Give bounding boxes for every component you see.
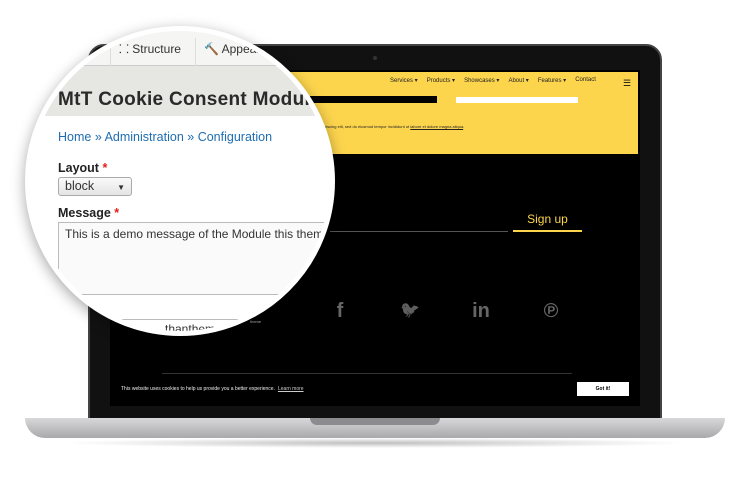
nav-contact[interactable]: Contact: [575, 77, 596, 84]
paintbrush-icon: 🔨: [204, 42, 222, 56]
message-textarea[interactable]: This is a demo message of the Module thi…: [58, 222, 330, 295]
layout-select[interactable]: block ▼: [58, 177, 132, 196]
nav-about[interactable]: About ▾: [508, 77, 528, 84]
toolbar-structure[interactable]: ⸬ Structure: [110, 38, 202, 66]
cookie-banner-text: This website uses cookies to help us pro…: [121, 386, 304, 392]
laptop-notch: [310, 418, 440, 425]
camera: [373, 56, 377, 60]
menu-icon[interactable]: ☰: [623, 78, 631, 89]
hero-link[interactable]: labore et dolore magna aliqua: [410, 124, 463, 129]
nav-showcases[interactable]: Showcases ▾: [464, 77, 499, 84]
signup-button[interactable]: Sign up: [513, 210, 582, 232]
message-label: Message *: [58, 206, 120, 220]
nav-products[interactable]: Products ▾: [427, 77, 455, 84]
learn-more-link[interactable]: Learn more: [278, 386, 304, 392]
nav-services[interactable]: Services ▾: [390, 77, 418, 84]
hero-input-bar[interactable]: [456, 97, 578, 103]
breadcrumb-home[interactable]: Home: [58, 130, 91, 144]
got-it-button[interactable]: Got it!: [577, 382, 629, 396]
linkedin-icon[interactable]: in: [466, 300, 496, 323]
main-nav: Services ▾ Products ▾ Showcases ▾ About …: [390, 77, 596, 84]
twitter-icon[interactable]: 🐦: [395, 300, 425, 320]
pinterest-icon[interactable]: ℗: [536, 300, 566, 323]
breadcrumb-configuration[interactable]: Configuration: [198, 130, 272, 144]
breadcrumb-administration[interactable]: Administration: [105, 130, 184, 144]
sitemap-icon: ⸬: [119, 42, 133, 56]
footer-divider: [162, 373, 572, 374]
layout-label: Layout *: [58, 161, 108, 175]
magnifier-lens: ⸬ Structure 🔨 Appearance MtT Cookie Cons…: [25, 26, 335, 336]
laptop-shadow: [60, 438, 690, 448]
url-label: URL *: [58, 303, 92, 317]
email-input[interactable]: [330, 231, 508, 232]
breadcrumb: Home » Administration » Configuration: [58, 130, 273, 144]
nav-features[interactable]: Features ▾: [538, 77, 566, 84]
page-title: MtT Cookie Consent Module: [58, 89, 321, 110]
toolbar-appearance[interactable]: 🔨 Appearance: [195, 38, 315, 66]
chevron-down-icon: ▼: [117, 183, 125, 192]
